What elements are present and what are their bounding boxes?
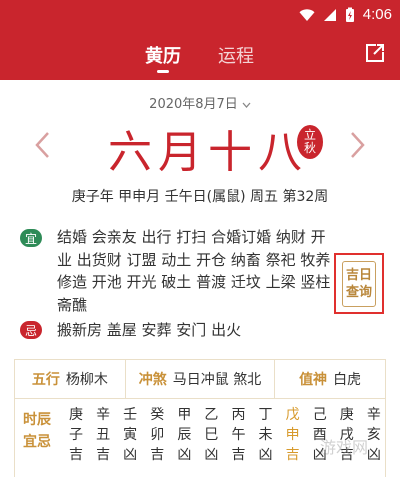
hour-column[interactable]: 癸卯吉 <box>150 405 164 465</box>
hour-luck: 吉 <box>285 447 300 463</box>
hour-gan: 乙 <box>204 407 219 423</box>
jiri-line-2: 查询 <box>345 284 372 300</box>
hour-column[interactable]: 甲辰凶 <box>177 405 191 465</box>
hour-luck: 吉 <box>231 447 246 463</box>
chevron-down-icon <box>242 102 251 108</box>
hour-gan: 癸 <box>150 407 165 423</box>
watermark: 游戏网 <box>320 438 369 457</box>
solar-term-char-2: 秋 <box>303 141 316 155</box>
zhishen-key: 值神 <box>299 372 328 388</box>
hour-zhi: 子 <box>69 427 83 443</box>
jiri-query-button[interactable]: 吉日 查询 <box>334 253 384 314</box>
hour-zhi: 寅 <box>123 427 138 443</box>
active-tab-indicator <box>157 70 169 73</box>
hour-gan: 庚 <box>339 407 354 423</box>
hours-label: 时辰 宜忌 <box>23 409 59 453</box>
hour-zhi: 亥 <box>366 427 381 443</box>
status-icons: 4:06 <box>299 6 392 23</box>
hour-luck: 凶 <box>204 447 219 463</box>
hour-column-current[interactable]: 戊申吉 <box>286 405 300 465</box>
ji-badge: 忌 <box>20 321 42 339</box>
hour-gan: 丙 <box>231 407 246 423</box>
tab-yuncheng[interactable]: 运程 <box>218 42 254 68</box>
signal-icon <box>323 8 336 21</box>
hour-zhi: 卯 <box>150 427 165 443</box>
hour-gan: 丁 <box>258 407 273 423</box>
hour-zhi: 巳 <box>204 427 219 443</box>
wuxing-cell: 五行 杨柳木 <box>15 360 126 398</box>
hour-column[interactable]: 丙午吉 <box>231 405 245 465</box>
top-nav: 黄历 运程 <box>0 30 400 80</box>
hour-column[interactable]: 辛丑吉 <box>96 405 110 465</box>
hour-luck: 吉 <box>69 447 83 463</box>
prev-day-arrow-icon[interactable] <box>33 130 53 160</box>
hour-gan: 庚 <box>69 407 83 423</box>
hour-zhi: 辰 <box>177 427 192 443</box>
ji-items: 搬新房 盖屋 安葬 安门 出火 <box>57 321 242 339</box>
wuxing-value: 杨柳木 <box>65 372 108 388</box>
yi-items: 结婚 会亲友 出行 打扫 合婚订婚 纳财 开业 出货财 订盟 动土 开仓 纳畜 … <box>57 228 331 314</box>
app-header: 4:06 黄历 运程 <box>0 0 400 80</box>
hour-gan: 戊 <box>285 407 300 423</box>
hour-zhi: 未 <box>258 427 273 443</box>
hour-luck: 凶 <box>123 447 138 463</box>
hour-column[interactable]: 丁未凶 <box>259 405 273 465</box>
hour-gan: 甲 <box>177 407 192 423</box>
info-table: 五行 杨柳木 冲煞 马日冲鼠 煞北 值神 白虎 <box>14 359 386 399</box>
hour-luck: 吉 <box>96 447 111 463</box>
hour-gan: 壬 <box>123 407 138 423</box>
battery-icon <box>345 7 354 22</box>
hour-luck: 凶 <box>366 447 381 463</box>
chongsha-cell: 冲煞 马日冲鼠 煞北 <box>126 360 276 398</box>
hour-luck: 吉 <box>150 447 165 463</box>
hour-zhi: 丑 <box>96 427 111 443</box>
solar-date-selector[interactable]: 2020年8月7日 <box>0 93 400 112</box>
status-bar: 4:06 <box>0 0 400 30</box>
hour-gan: 辛 <box>96 407 111 423</box>
hour-gan: 辛 <box>366 407 381 423</box>
hour-column[interactable]: 辛亥凶 <box>367 405 381 465</box>
hour-zhi: 午 <box>231 427 246 443</box>
solar-date: 2020年8月7日 <box>149 97 238 112</box>
chongsha-value: 马日冲鼠 煞北 <box>172 372 262 388</box>
share-icon[interactable] <box>364 42 386 64</box>
hour-luck: 凶 <box>258 447 273 463</box>
tab-huangli[interactable]: 黄历 <box>145 42 181 68</box>
hour-gan: 己 <box>312 407 327 423</box>
solar-term-badge: 立 秋 <box>297 125 323 159</box>
chongsha-key: 冲煞 <box>138 372 167 388</box>
hour-column[interactable]: 庚子吉 <box>69 405 83 465</box>
status-time: 4:06 <box>362 6 392 23</box>
jiri-line-1: 吉日 <box>345 267 372 283</box>
hour-luck: 凶 <box>177 447 192 463</box>
hour-column[interactable]: 壬寅凶 <box>123 405 137 465</box>
zhishen-cell: 值神 白虎 <box>275 360 385 398</box>
zhishen-value: 白虎 <box>333 372 362 388</box>
ganzhi-line: 庚子年 甲申月 壬午日(属鼠) 周五 第32周 <box>71 189 329 205</box>
yi-badge: 宜 <box>20 229 42 247</box>
wifi-icon <box>299 8 315 21</box>
next-day-arrow-icon[interactable] <box>347 130 367 160</box>
hours-label-line-2: 宜忌 <box>23 434 51 450</box>
wuxing-key: 五行 <box>31 372 60 388</box>
lunar-date: 六月十八 <box>108 127 308 178</box>
hours-label-line-1: 时辰 <box>23 412 51 428</box>
hour-column[interactable]: 乙巳凶 <box>204 405 218 465</box>
jiri-query-label: 吉日 查询 <box>342 260 376 307</box>
hour-zhi: 申 <box>285 427 300 443</box>
